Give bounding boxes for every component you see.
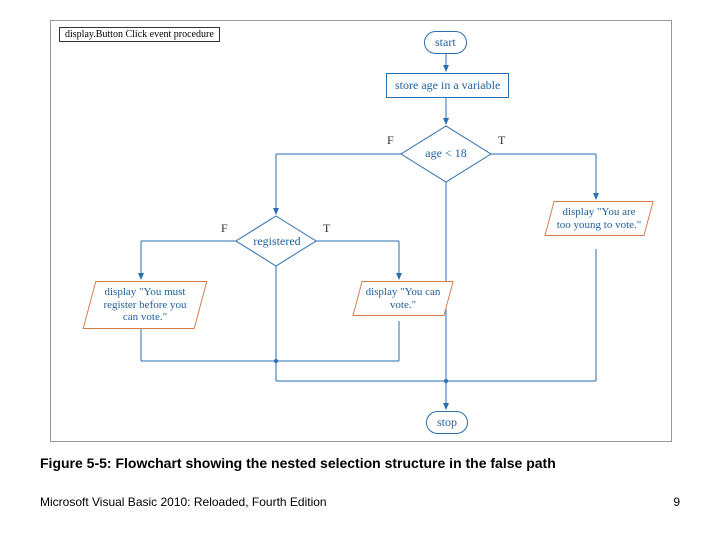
node-stop: stop bbox=[426, 411, 468, 434]
node-stop-text: stop bbox=[437, 415, 457, 429]
node-too-young-text: display "You are too young to vote." bbox=[556, 206, 642, 231]
procedure-label-text: display.Button Click event procedure bbox=[65, 29, 214, 40]
node-too-young: display "You are too young to vote." bbox=[544, 201, 653, 236]
node-must-register-text: display "You must register before you ca… bbox=[96, 286, 194, 324]
page-number-text: 9 bbox=[673, 495, 680, 509]
footer-source: Microsoft Visual Basic 2010: Reloaded, F… bbox=[40, 495, 327, 509]
node-must-register: display "You must register before you ca… bbox=[83, 281, 208, 329]
node-start-text: start bbox=[435, 35, 456, 49]
figure-caption: Figure 5-5: Flowchart showing the nested… bbox=[40, 455, 556, 471]
page-number: 9 bbox=[673, 495, 680, 509]
node-store-age-text: store age in a variable bbox=[395, 78, 500, 92]
branch-reg-false: F bbox=[221, 221, 228, 236]
node-can-vote-text: display "You can vote." bbox=[364, 286, 442, 311]
node-store-age: store age in a variable bbox=[386, 73, 509, 98]
footer-source-text: Microsoft Visual Basic 2010: Reloaded, F… bbox=[40, 495, 327, 509]
branch-age-false: F bbox=[387, 133, 394, 148]
node-registered-condition: registered bbox=[249, 234, 305, 249]
node-age-condition: age < 18 bbox=[423, 146, 469, 161]
procedure-label: display.Button Click event procedure bbox=[59, 27, 220, 42]
branch-age-true: T bbox=[498, 133, 505, 148]
node-age-condition-text: age < 18 bbox=[425, 146, 466, 160]
branch-reg-true: T bbox=[323, 221, 330, 236]
flowchart-frame: display.Button Click event procedure bbox=[50, 20, 672, 442]
node-can-vote: display "You can vote." bbox=[352, 281, 453, 316]
node-registered-condition-text: registered bbox=[253, 234, 300, 248]
figure-caption-text: Figure 5-5: Flowchart showing the nested… bbox=[40, 455, 556, 471]
node-start: start bbox=[424, 31, 467, 54]
